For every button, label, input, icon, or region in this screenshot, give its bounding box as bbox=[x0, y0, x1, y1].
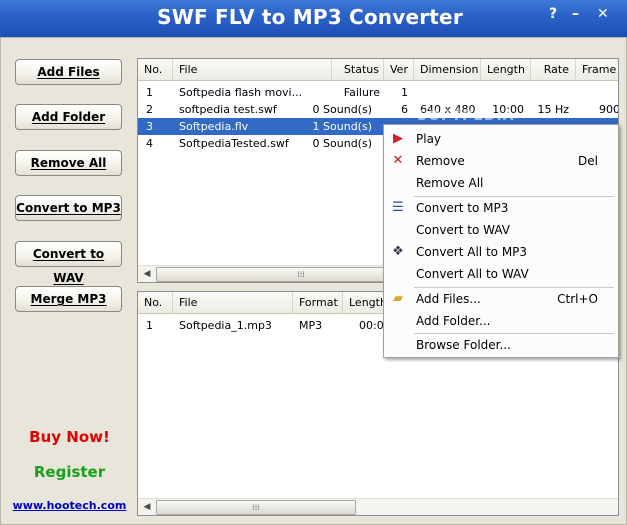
menu-item-label: Convert All to WAV bbox=[416, 267, 529, 281]
cell-no: 1 bbox=[146, 319, 153, 332]
website-link[interactable]: www.hootech.com bbox=[0, 499, 139, 512]
menu-item-add-folder[interactable]: Add Folder... bbox=[384, 310, 618, 332]
menu-item-browse-folder[interactable]: Browse Folder... bbox=[384, 334, 618, 356]
help-button[interactable]: ? bbox=[549, 6, 557, 22]
menu-item-label: Convert to MP3 bbox=[416, 201, 509, 215]
menu-item-label: Remove All bbox=[416, 176, 484, 190]
cell-ver: 6 bbox=[401, 103, 408, 116]
cell-length: 00:0 bbox=[359, 319, 384, 332]
column-header-file[interactable]: File bbox=[173, 59, 332, 81]
menu-item-label: Play bbox=[416, 132, 442, 146]
menu-item-label: Convert to WAV bbox=[416, 223, 510, 237]
table-row[interactable]: 2 softpedia test.swf 0 Sound(s) 6 640 x … bbox=[138, 101, 618, 118]
menu-item-shortcut: Del bbox=[578, 154, 598, 168]
cell-no: 1 bbox=[146, 86, 153, 99]
menu-item-shortcut: Ctrl+O bbox=[557, 292, 598, 306]
cell-status: 0 Sound(s) bbox=[312, 103, 372, 116]
menu-item-label: Add Folder... bbox=[416, 314, 491, 328]
cell-no: 2 bbox=[146, 103, 153, 116]
menu-item-label: Remove bbox=[416, 154, 465, 168]
cell-status: 0 Sound(s) bbox=[312, 137, 372, 150]
watermark: SOFTPEDIA bbox=[417, 108, 515, 124]
convert-all-icon: ❖ bbox=[392, 244, 404, 259]
register-link[interactable]: Register bbox=[0, 463, 139, 481]
column-header-frame[interactable]: Frame bbox=[576, 59, 618, 81]
menu-item-label: Convert All to MP3 bbox=[416, 245, 528, 259]
column-header-format[interactable]: Format bbox=[293, 292, 343, 314]
cell-ver: 1 bbox=[401, 86, 408, 99]
horizontal-scrollbar[interactable]: ◀ ⁞⁞⁞ bbox=[138, 498, 618, 515]
convert-to-mp3-button[interactable]: Convert to MP3 bbox=[15, 195, 122, 221]
context-menu: ▶ Play ✕ Remove Del Remove All ☰ Convert… bbox=[383, 124, 619, 358]
menu-item-label: Browse Folder... bbox=[416, 338, 511, 352]
add-files-button[interactable]: Add Files bbox=[15, 59, 122, 85]
remove-all-button[interactable]: Remove All bbox=[15, 150, 122, 176]
column-header-file[interactable]: File bbox=[173, 292, 293, 314]
menu-item-add-files[interactable]: ▰ Add Files... Ctrl+O bbox=[384, 288, 618, 310]
column-header-length[interactable]: Length bbox=[481, 59, 531, 81]
convert-icon: ☰ bbox=[392, 200, 404, 215]
scroll-left-icon[interactable]: ◀ bbox=[140, 268, 154, 281]
list-header: No. File Status Ver Dimension Length Rat… bbox=[138, 59, 618, 81]
column-header-no[interactable]: No. bbox=[138, 59, 173, 81]
scroll-thumb[interactable]: ⁞⁞⁞ bbox=[156, 500, 356, 515]
column-header-dimension[interactable]: Dimension bbox=[414, 59, 481, 81]
minimize-button[interactable]: – bbox=[572, 6, 579, 22]
column-header-status[interactable]: Status bbox=[332, 59, 384, 81]
play-icon: ▶ bbox=[393, 131, 403, 146]
cell-no: 4 bbox=[146, 137, 153, 150]
remove-icon: ✕ bbox=[392, 153, 404, 168]
buy-now-link[interactable]: Buy Now! bbox=[0, 428, 139, 446]
menu-item-convert-mp3[interactable]: ☰ Convert to MP3 bbox=[384, 197, 618, 219]
cell-format: MP3 bbox=[299, 319, 323, 332]
close-button[interactable]: ✕ bbox=[597, 6, 609, 22]
cell-status: Failure bbox=[343, 86, 380, 99]
window-title: SWF FLV to MP3 Converter bbox=[157, 5, 463, 29]
column-header-no[interactable]: No. bbox=[138, 292, 173, 314]
cell-no: 3 bbox=[146, 120, 153, 133]
folder-open-icon: ▰ bbox=[393, 291, 403, 306]
title-bar: SWF FLV to MP3 Converter ? – ✕ bbox=[0, 0, 627, 37]
cell-file: Softpedia_1.mp3 bbox=[179, 319, 272, 332]
menu-item-label: Add Files... bbox=[416, 292, 481, 306]
menu-item-convert-wav[interactable]: Convert to WAV bbox=[384, 219, 618, 241]
cell-file: SoftpediaTested.swf bbox=[179, 137, 289, 150]
menu-item-remove-all[interactable]: Remove All bbox=[384, 172, 618, 194]
cell-file: Softpedia.flv bbox=[179, 120, 249, 133]
cell-frame: 900 bbox=[599, 103, 619, 116]
scroll-left-icon[interactable]: ◀ bbox=[140, 501, 154, 514]
menu-item-play[interactable]: ▶ Play bbox=[384, 128, 618, 150]
menu-item-convert-all-mp3[interactable]: ❖ Convert All to MP3 bbox=[384, 241, 618, 263]
cell-file: softpedia test.swf bbox=[179, 103, 277, 116]
column-header-ver[interactable]: Ver bbox=[384, 59, 414, 81]
convert-to-wav-button[interactable]: Convert to WAV bbox=[15, 241, 122, 285]
cell-status: 1 Sound(s) bbox=[312, 120, 372, 133]
cell-rate: 15 Hz bbox=[537, 103, 569, 116]
column-header-rate[interactable]: Rate bbox=[531, 59, 576, 81]
add-folder-button[interactable]: Add Folder bbox=[15, 104, 122, 130]
table-row[interactable]: 1 Softpedia flash movi... Failure 1 bbox=[138, 84, 618, 101]
merge-mp3-button[interactable]: Merge MP3 bbox=[15, 286, 122, 312]
menu-item-convert-all-wav[interactable]: Convert All to WAV bbox=[384, 263, 618, 285]
cell-file: Softpedia flash movi... bbox=[179, 86, 303, 99]
menu-item-remove[interactable]: ✕ Remove Del bbox=[384, 150, 618, 172]
